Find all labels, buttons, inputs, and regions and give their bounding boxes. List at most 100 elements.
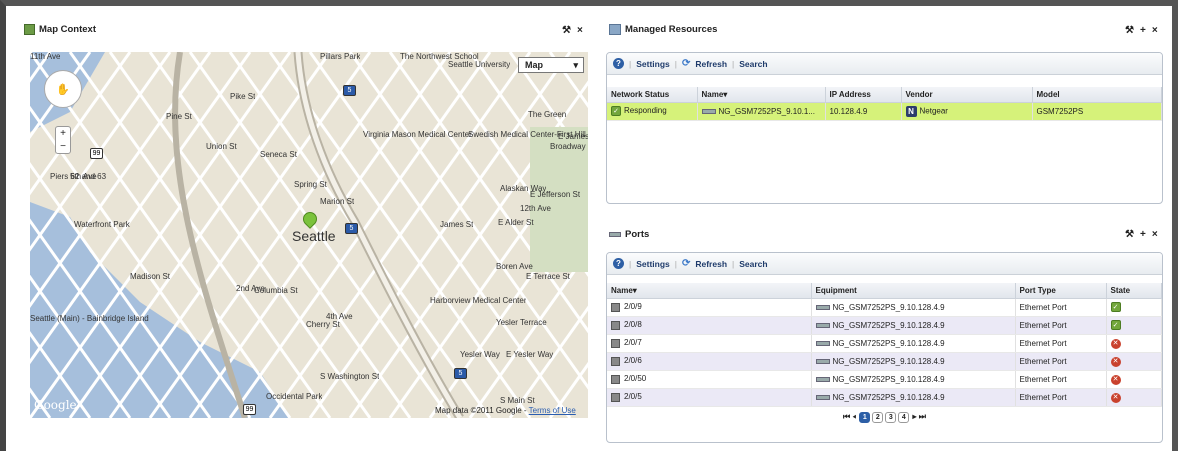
port-name-cell[interactable]: 2/0/50 [607, 370, 812, 389]
port-icon [611, 320, 620, 330]
column-equipment[interactable]: Equipment [811, 283, 1016, 299]
table-row[interactable]: 2/0/8 NG_GSM7252PS_9.10.128.4.9 Ethernet P… [607, 316, 1162, 335]
port-name-cell[interactable]: 2/0/5 [607, 388, 812, 407]
map-label: Spring St [294, 180, 327, 189]
equipment-cell[interactable]: NG_GSM7252PS_9.10.128.4.9 [811, 352, 1016, 371]
zoom-in-button[interactable]: + [56, 127, 70, 140]
prev-page-icon[interactable]: ◂ [852, 412, 856, 421]
refresh-icon[interactable]: ⟳ [682, 258, 690, 269]
page-button[interactable]: 1 [859, 411, 871, 423]
column-vendor[interactable]: Vendor [901, 87, 1033, 103]
name-cell[interactable]: NG_GSM7252PS_9.10.1... [697, 102, 826, 121]
add-icon[interactable]: + [1140, 25, 1146, 36]
ports-toolbar: ? | Settings | ⟳ Refresh | Search [607, 253, 1162, 275]
table-row[interactable]: 2/0/50 NG_GSM7252PS_9.10.128.4.9 Ethernet … [607, 370, 1162, 389]
column-name[interactable]: Name▾ [697, 87, 826, 103]
port-name-cell[interactable]: 2/0/9 [607, 298, 812, 317]
help-icon[interactable]: ? [613, 258, 624, 269]
check-icon: ✓ [1110, 302, 1121, 312]
wrench-icon[interactable]: ⚒ [1125, 25, 1134, 36]
column-network-status[interactable]: Network Status [607, 87, 698, 103]
switch-icon [701, 108, 716, 114]
map-label: Pillars Park [320, 52, 361, 61]
map-label: E James Way [558, 132, 588, 141]
close-icon[interactable]: × [1152, 229, 1158, 240]
check-icon: ✓ [1110, 320, 1121, 330]
column-model[interactable]: Model [1032, 87, 1162, 103]
search-button[interactable]: Search [739, 259, 767, 269]
map-label: Seattle (Main) - Bainbridge Island [30, 314, 149, 323]
managed-panel-controls: ⚒ + × [1125, 25, 1158, 36]
map-label: E Jefferson St [530, 190, 581, 199]
page-button[interactable]: 4 [898, 411, 910, 423]
column-port-name[interactable]: Name▾ [607, 283, 812, 299]
port-name-cell[interactable]: 2/0/8 [607, 316, 812, 335]
map-view[interactable]: Seattle The Northwest School Pillars Park T… [30, 52, 588, 418]
map-label: 2nd Ave [236, 284, 265, 293]
highway-shield-icon: 99 [90, 148, 103, 159]
equipment-cell[interactable]: NG_GSM7252PS_9.10.128.4.9 [811, 316, 1016, 335]
settings-button[interactable]: Settings [636, 59, 670, 69]
map-label: Pike St [230, 92, 256, 101]
equipment-cell[interactable]: NG_GSM7252PS_9.10.128.4.9 [811, 370, 1016, 389]
map-label: Cherry St [306, 320, 340, 329]
map-label: Harborview Medical Center [430, 296, 527, 305]
refresh-icon[interactable]: ⟳ [682, 58, 690, 69]
equipment-cell[interactable]: NG_GSM7252PS_9.10.128.4.9 [811, 334, 1016, 353]
table-row[interactable]: 2/0/5 NG_GSM7252PS_9.10.128.4.9 Ethernet P… [607, 388, 1162, 407]
add-icon[interactable]: + [1140, 229, 1146, 240]
map-pan-control[interactable]: ✋ [44, 70, 82, 108]
port-type-cell: Ethernet Port [1015, 298, 1107, 317]
column-ip-address[interactable]: IP Address [825, 87, 902, 103]
map-label: The Green [528, 110, 567, 119]
port-name-cell[interactable]: 2/0/6 [607, 352, 812, 371]
table-header-row: Network Status Name▾ IP Address Vendor M… [607, 87, 1162, 103]
map-label: Madison St [130, 272, 171, 281]
port-icon [611, 356, 620, 366]
refresh-button[interactable]: Refresh [695, 259, 727, 269]
highway-shield-icon: 5 [345, 223, 358, 234]
equipment-cell[interactable]: NG_GSM7252PS_9.10.128.4.9 [811, 388, 1016, 407]
page-numbers: 1234 [858, 411, 910, 423]
map-label: E Alder St [498, 218, 534, 227]
refresh-button[interactable]: Refresh [695, 59, 727, 69]
map-label: S Washington St [320, 372, 380, 381]
map-type-select[interactable]: Map ▾ [518, 57, 584, 73]
toolbar-separator: | [674, 258, 677, 269]
resource-name: NG_GSM7252PS_9.10.1... [718, 106, 816, 116]
wrench-icon[interactable]: ⚒ [1125, 229, 1134, 240]
port-name-cell[interactable]: 2/0/7 [607, 334, 812, 353]
port-name: 2/0/8 [624, 320, 642, 330]
table-row[interactable]: 2/0/6 NG_GSM7252PS_9.10.128.4.9 Ethernet P… [607, 352, 1162, 371]
equipment-name: NG_GSM7252PS_9.10.128.4.9 [832, 374, 945, 384]
table-row[interactable]: 2/0/7 NG_GSM7252PS_9.10.128.4.9 Ethernet P… [607, 334, 1162, 353]
next-page-icon[interactable]: ▸ [913, 412, 917, 421]
port-icon [611, 338, 620, 348]
close-icon[interactable]: × [1152, 25, 1158, 36]
zoom-out-button[interactable]: − [56, 140, 70, 153]
wrench-icon[interactable]: ⚒ [562, 25, 571, 36]
port-type-cell: Ethernet Port [1015, 334, 1107, 353]
ports-title-text: Ports [625, 229, 650, 240]
netgear-icon: N [905, 105, 917, 117]
terms-of-use-link[interactable]: Terms of Use [529, 406, 576, 415]
page-button[interactable]: 2 [872, 411, 884, 423]
help-icon[interactable]: ? [613, 58, 624, 69]
map-label: James St [440, 220, 474, 229]
map-type-label: Map [525, 60, 543, 70]
column-port-type[interactable]: Port Type [1015, 283, 1107, 299]
table-row[interactable]: ✓ Responding NG_GSM7252PS_9.10.1... 10.12… [607, 102, 1162, 121]
column-state[interactable]: State [1106, 283, 1162, 299]
close-icon[interactable]: × [577, 25, 583, 36]
port-name: 2/0/7 [624, 338, 642, 348]
page-button[interactable]: 3 [885, 411, 897, 423]
first-page-icon[interactable]: ⏮ [843, 412, 850, 421]
equipment-cell[interactable]: NG_GSM7252PS_9.10.128.4.9 [811, 298, 1016, 317]
settings-button[interactable]: Settings [636, 259, 670, 269]
toolbar-separator: | [629, 258, 632, 269]
map-label: Marion St [320, 197, 355, 206]
search-button[interactable]: Search [739, 59, 767, 69]
last-page-icon[interactable]: ⏭ [919, 412, 926, 421]
map-zoom-control[interactable]: + − [55, 126, 71, 154]
table-row[interactable]: 2/0/9 NG_GSM7252PS_9.10.128.4.9 Ethernet P… [607, 298, 1162, 317]
